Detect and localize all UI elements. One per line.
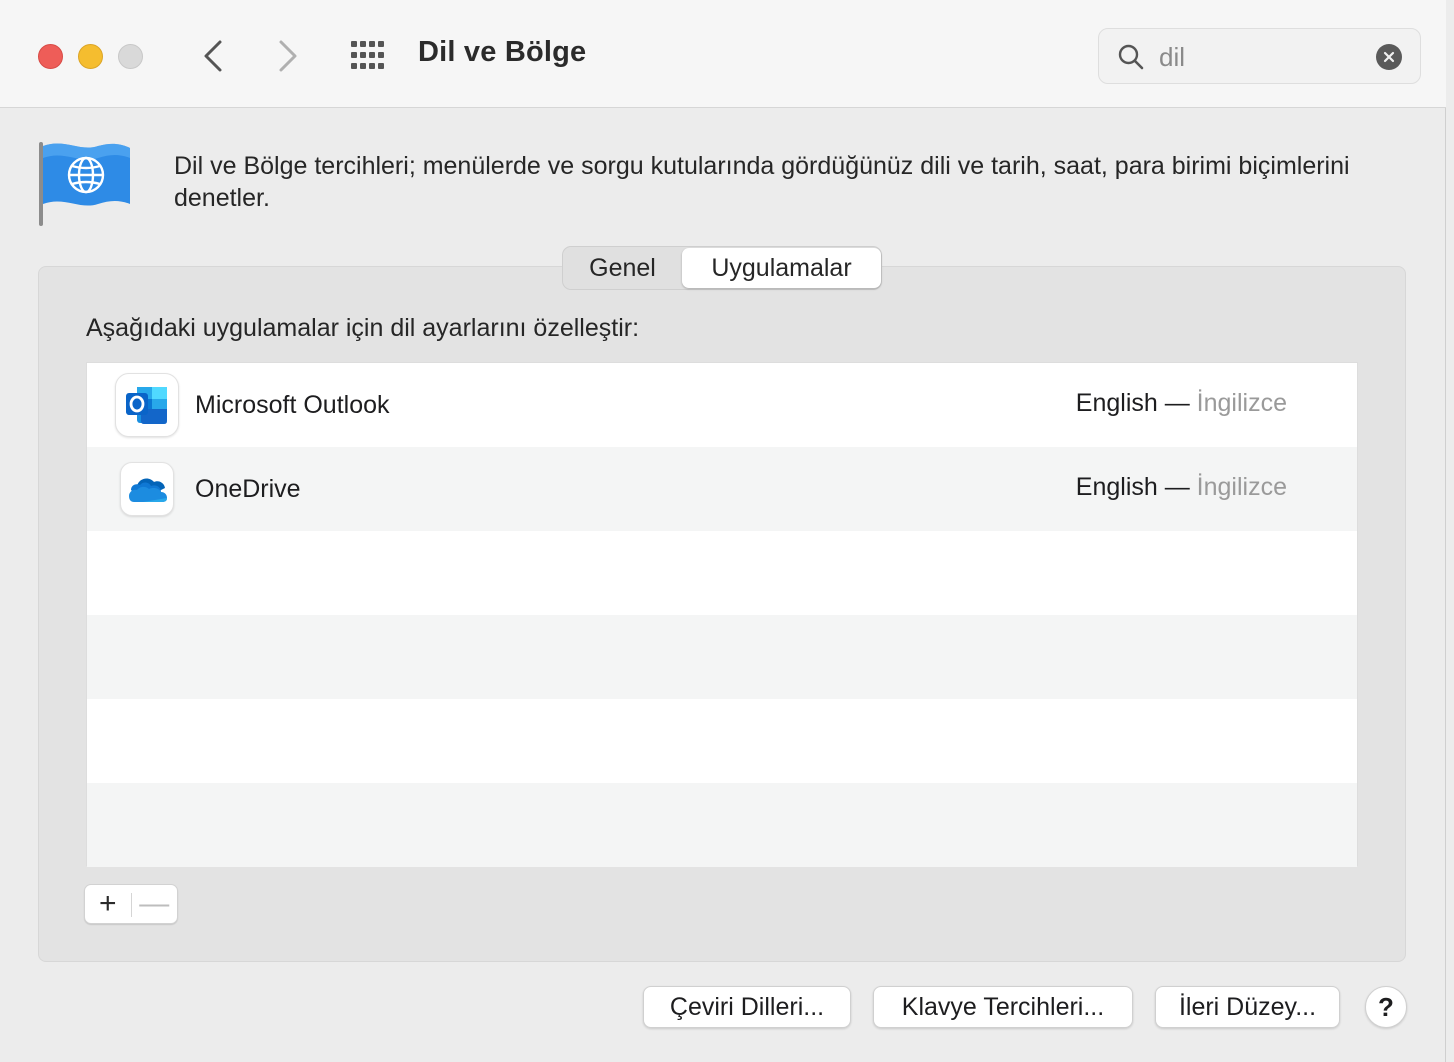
keyboard-preferences-button[interactable]: Klavye Tercihleri... [873, 986, 1133, 1028]
outlook-icon [115, 373, 179, 437]
close-window-button[interactable] [38, 44, 63, 69]
grid-icon [351, 41, 384, 69]
add-app-button[interactable]: + [85, 885, 131, 923]
title-bar: Dil ve Bölge [0, 0, 1446, 108]
onedrive-icon [120, 462, 174, 516]
forward-button[interactable] [268, 34, 308, 78]
app-name: OneDrive [195, 475, 301, 503]
list-item-empty [87, 531, 1357, 615]
apps-list[interactable]: Microsoft Outlook English — İngilizce On… [86, 362, 1358, 867]
app-language[interactable]: English — İngilizce [1076, 473, 1287, 502]
back-button[interactable] [193, 34, 233, 78]
system-preferences-window: Dil ve Bölge Dil ve B [0, 0, 1446, 1062]
search-icon [1118, 44, 1144, 70]
clear-search-button[interactable] [1376, 44, 1402, 70]
tab-bar: Genel Uygulamalar [562, 246, 882, 290]
advanced-button[interactable]: İleri Düzey... [1155, 986, 1340, 1028]
minimize-window-button[interactable] [78, 44, 103, 69]
list-item-empty [87, 783, 1357, 867]
help-button[interactable]: ? [1365, 986, 1407, 1028]
list-item-empty [87, 615, 1357, 699]
tab-uygulamalar[interactable]: Uygulamalar [682, 248, 881, 288]
search-field[interactable] [1098, 28, 1421, 84]
close-icon [1383, 51, 1395, 63]
search-input[interactable] [1159, 39, 1359, 75]
tab-genel[interactable]: Genel [563, 247, 682, 289]
show-all-button[interactable] [348, 38, 390, 72]
app-language-english: English — [1075, 473, 1197, 501]
list-item-outlook[interactable]: Microsoft Outlook English — İngilizce [87, 363, 1357, 447]
language-region-flag-icon [39, 142, 130, 226]
list-item-empty [87, 699, 1357, 783]
chevron-right-icon [279, 40, 297, 72]
remove-app-button[interactable]: — [131, 885, 177, 923]
translation-languages-button[interactable]: Çeviri Dilleri... [643, 986, 851, 1028]
pane-description: Dil ve Bölge tercihleri; menülerde ve so… [174, 152, 1350, 212]
apps-list-caption: Aşağıdaki uygulamalar için dil ayarların… [86, 314, 640, 342]
app-language[interactable]: English — İngilizce [1076, 389, 1287, 418]
list-item-onedrive[interactable]: OneDrive English — İngilizce [87, 447, 1357, 531]
app-name: Microsoft Outlook [195, 391, 390, 419]
app-language-native: İngilizce [1196, 473, 1287, 501]
window-title: Dil ve Bölge [418, 36, 587, 68]
zoom-window-button[interactable] [118, 44, 143, 69]
app-language-english: English — [1075, 389, 1197, 417]
add-remove-control: + — [84, 884, 178, 924]
app-language-native: İngilizce [1196, 389, 1287, 417]
chevron-left-icon [204, 40, 222, 72]
